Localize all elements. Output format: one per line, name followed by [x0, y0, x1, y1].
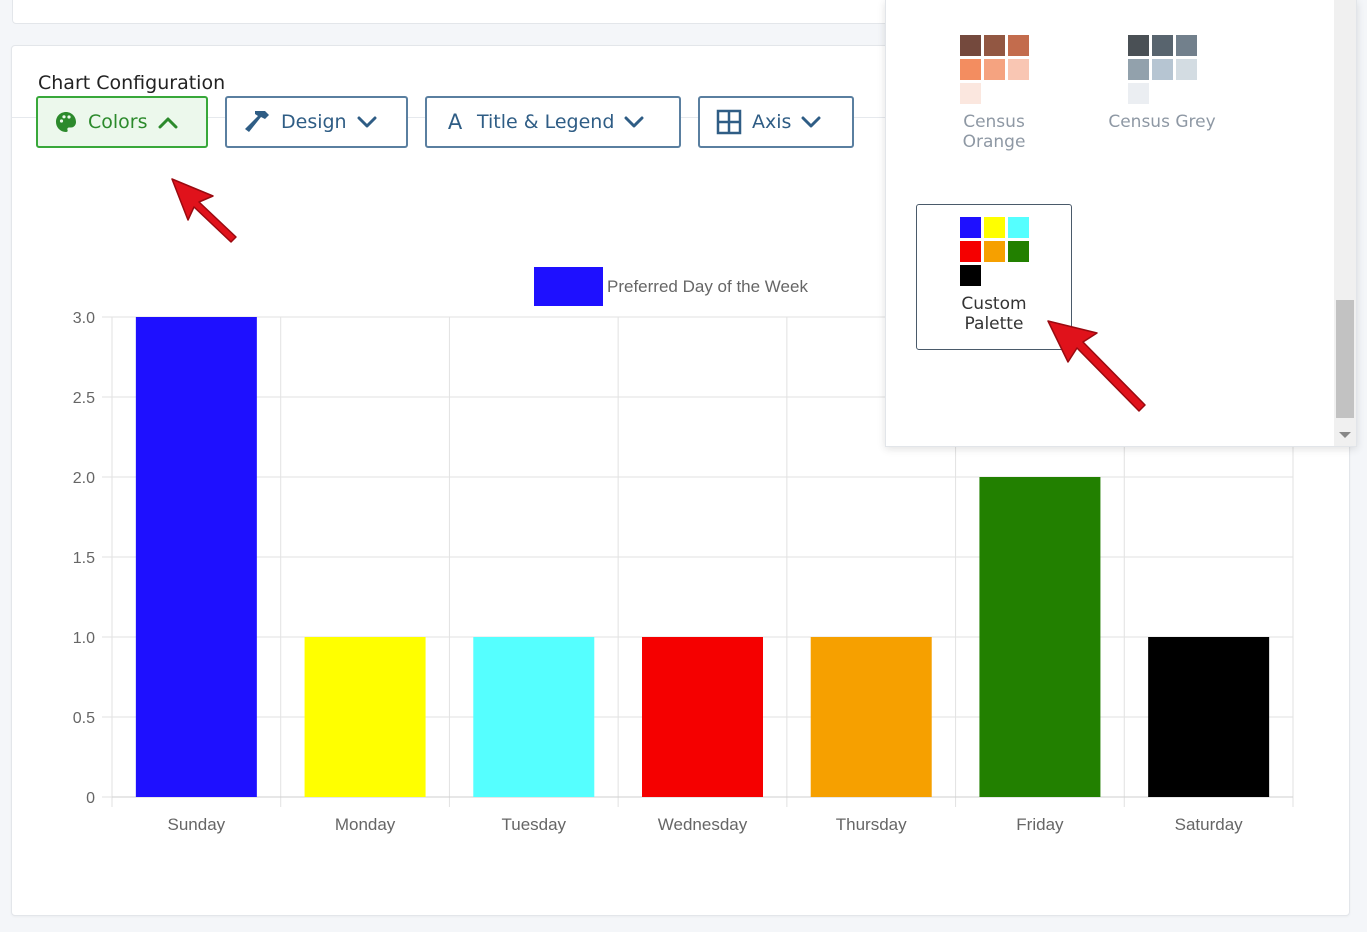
- palette-swatches: [1127, 35, 1197, 104]
- color-swatch: [1151, 59, 1173, 80]
- y-tick-label: 2.5: [73, 390, 95, 407]
- y-tick-label: 2.0: [73, 470, 95, 487]
- color-swatch: [959, 35, 981, 56]
- palette-name: Custom Palette: [961, 294, 1027, 334]
- color-swatch: [959, 59, 981, 80]
- color-swatch: [983, 35, 1005, 56]
- bar-sunday: [135, 317, 257, 797]
- x-tick-label: Sunday: [168, 815, 226, 834]
- color-swatch: [1127, 35, 1149, 56]
- bar-tuesday: [473, 637, 595, 797]
- color-swatch: [1127, 83, 1149, 104]
- x-tick-label: Thursday: [836, 815, 907, 834]
- color-swatch: [1007, 241, 1029, 262]
- x-tick-label: Saturday: [1175, 815, 1244, 834]
- color-swatch: [983, 59, 1005, 80]
- bar-thursday: [810, 637, 932, 797]
- palette-name: Census Orange: [962, 112, 1026, 152]
- color-swatch: [959, 217, 981, 238]
- color-swatch: [1175, 35, 1197, 56]
- palette-swatches: [959, 217, 1029, 286]
- bar-monday: [304, 637, 426, 797]
- color-palette-dropdown: Census Orange Census Grey Custom Palette: [885, 0, 1357, 447]
- palette-custom[interactable]: Custom Palette: [916, 204, 1072, 350]
- color-swatch: [1127, 59, 1149, 80]
- color-swatch: [959, 241, 981, 262]
- y-tick-label: 0.5: [73, 710, 95, 727]
- palette-swatches: [959, 35, 1029, 104]
- color-swatch: [959, 265, 981, 286]
- legend-label: Preferred Day of the Week: [607, 277, 808, 296]
- bar-wednesday: [642, 637, 763, 797]
- color-swatch: [1007, 35, 1029, 56]
- color-swatch: [1007, 217, 1029, 238]
- y-tick-label: 1.0: [73, 630, 95, 647]
- color-swatch: [1175, 59, 1197, 80]
- x-tick-label: Wednesday: [658, 815, 748, 834]
- palette-census-orange[interactable]: Census Orange: [916, 22, 1072, 168]
- bar-saturday: [1148, 637, 1270, 797]
- color-swatch: [1151, 35, 1173, 56]
- x-tick-label: Friday: [1016, 815, 1064, 834]
- color-swatch: [983, 241, 1005, 262]
- dropdown-scrollbar[interactable]: [1334, 0, 1356, 446]
- palette-name: Census Grey: [1108, 112, 1216, 132]
- scroll-down-arrow-icon[interactable]: [1339, 432, 1351, 438]
- bar-friday: [979, 477, 1101, 797]
- scrollbar-thumb[interactable]: [1336, 300, 1354, 418]
- x-tick-label: Monday: [335, 815, 396, 834]
- y-tick-label: 0: [86, 790, 95, 807]
- x-tick-label: Tuesday: [501, 815, 566, 834]
- palette-census-grey[interactable]: Census Grey: [1084, 22, 1240, 168]
- legend-swatch: [534, 267, 603, 306]
- y-tick-label: 3.0: [73, 310, 95, 327]
- color-swatch: [983, 217, 1005, 238]
- color-swatch: [959, 83, 981, 104]
- y-tick-label: 1.5: [73, 550, 95, 567]
- color-swatch: [1007, 59, 1029, 80]
